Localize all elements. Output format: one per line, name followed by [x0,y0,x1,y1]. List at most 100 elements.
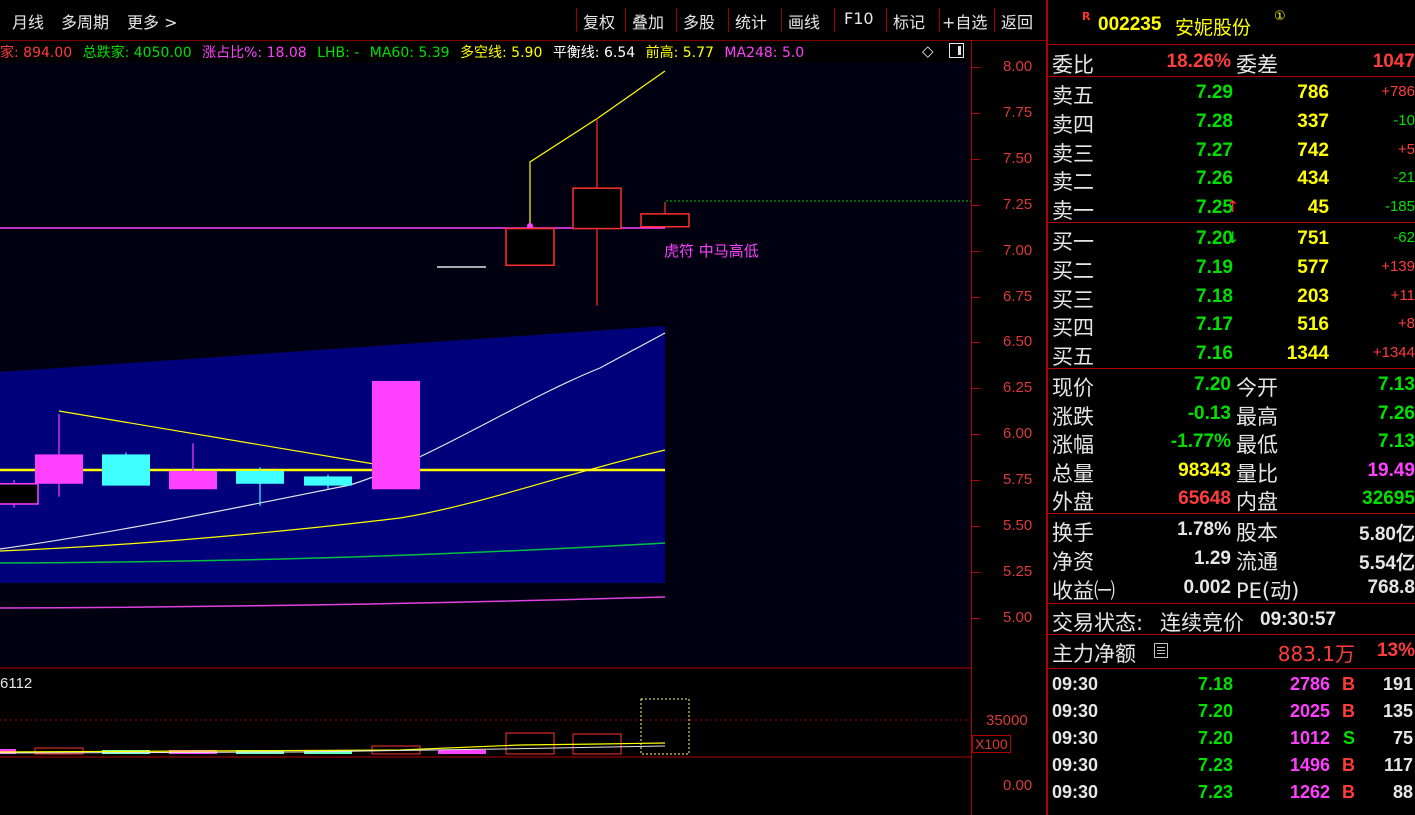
ask-level-row[interactable]: 卖一 7.25 ↑ 45 -185 [1048,193,1415,223]
tick-price: 7.23 [1197,755,1233,775]
candle-body[interactable] [102,454,150,486]
tick-row[interactable]: 09:30 7.23 1262 B 88 [1048,778,1415,805]
info-ma60: MA60: 5.39 [369,45,450,61]
stock-header: R 002235 安妮股份 ① [1048,0,1415,45]
panel-toggle-icon[interactable] [949,43,964,58]
chart-annotation: 虎符 中马高低 [664,242,759,260]
stat-value: 5.54亿 [1359,553,1415,574]
stock-code: 002235 [1098,14,1162,35]
stat-value: -0.13 [1187,402,1231,424]
level-label: 卖四 [1052,112,1094,137]
level-label: 买一 [1052,230,1094,254]
stat-value: 1.78% [1177,519,1231,540]
tick-row[interactable]: 09:30 7.20 1012 S 75 [1048,724,1415,751]
add-watchlist-button[interactable]: +自选 [942,9,987,33]
price-axis-tick: 7.75 [1003,103,1033,121]
tick-row[interactable]: 09:30 7.23 1496 B 117 [1048,751,1415,778]
monthly-tab[interactable]: 月线 [12,9,44,33]
chart-toolbar: 月线 多周期 更多 > 复权 叠加 多股 统计 画线 F10 标记 +自选 返回 [0,0,1046,41]
stat-value: 7.13 [1378,431,1415,453]
stat-row: 涨幅 -1.77% 最低 7.13 [1048,427,1415,457]
diamond-icon[interactable]: ◇ [922,42,934,60]
tick-count: 135 [1382,701,1413,721]
order-diff-label: 委差 [1236,53,1278,77]
toolbar-separator [886,8,887,32]
candle-body[interactable] [640,213,690,228]
restore-rights-button[interactable]: 复权 [583,9,615,33]
main-force-row: 主力净额 883.1万 13% [1048,636,1415,666]
volume-unit-badge[interactable]: X100 [972,735,1011,753]
stat-row: 总量 98343 量比 19.49 [1048,456,1415,486]
candle-body[interactable] [372,380,420,490]
bid-level-row[interactable]: 买五 7.16 1344 +1344 [1048,339,1415,369]
trade-status-row: 交易状态: 连续竞价 09:30:57 [1048,605,1415,635]
info-rise-ratio: 涨占比%: 18.08 [202,45,307,61]
bid-level-row[interactable]: 买一 7.20 ↓ 751 -62 [1048,224,1415,254]
f10-button[interactable]: F10 [844,9,874,28]
level-volume: 203 [1297,285,1329,307]
level-change: +8 [1397,315,1415,333]
level-change: -185 [1384,198,1415,216]
price-axis-tick: 6.00 [1003,425,1033,443]
stat-label: 外盘 [1052,490,1094,515]
toolbar-separator [994,8,995,32]
level-label: 买二 [1052,258,1094,283]
chevron-right-icon: > [159,13,178,32]
candle-body[interactable] [236,470,284,484]
volume-indicator-value: 6112 [0,675,32,692]
level-price: 7.19 [1196,256,1233,278]
price-axis-tick: 6.75 [1003,287,1033,305]
candle-body[interactable] [572,187,622,230]
stat-label: 今开 [1236,376,1278,400]
tick-count: 117 [1383,755,1413,775]
tick-count: 75 [1392,728,1413,748]
bid-level-row[interactable]: 买二 7.19 577 +139 [1048,253,1415,283]
tick-time: 09:30 [1052,674,1099,694]
stat-value: -1.77% [1170,431,1231,453]
bid-level-row[interactable]: 买四 7.17 516 +8 [1048,310,1415,340]
statistics-button[interactable]: 统计 [735,9,767,33]
price-axis-tick-mark [972,204,980,206]
list-icon[interactable] [1154,643,1168,658]
tick-volume: 2025 [1289,701,1330,721]
multi-stock-button[interactable]: 多股 [683,9,715,33]
price-axis-tick: 6.25 [1003,379,1033,397]
candle-body[interactable] [35,454,83,484]
quote-panel: R 002235 安妮股份 ① 委比 18.26% 委差 1047 卖五 7.29… [1046,0,1415,815]
candle-body[interactable] [169,470,217,490]
ask-level-row[interactable]: 卖三 7.27 742 +5 [1048,136,1415,166]
toolbar-separator [939,8,940,32]
price-axis-tick-mark [972,526,980,527]
tick-volume: 1262 [1289,782,1330,802]
tick-side: B [1342,701,1355,721]
tick-row[interactable]: 09:30 7.18 2786 B 191 [1048,670,1415,697]
candle-body[interactable] [304,476,352,486]
mark-button[interactable]: 标记 [893,9,925,33]
level-change: +11 [1390,286,1415,304]
price-axis-tick-mark [972,617,980,619]
more-menu[interactable]: 更多 > [127,9,178,33]
draw-line-button[interactable]: 画线 [788,9,820,33]
price-axis-tick-mark [972,480,980,482]
ask-level-row[interactable]: 卖五 7.29 786 +786 [1048,78,1415,108]
bid-level-row[interactable]: 买三 7.18 203 +11 [1048,282,1415,312]
divider [1048,76,1415,77]
tick-row[interactable]: 09:30 7.20 2025 B 135 [1048,697,1415,724]
price-axis-line [971,40,972,815]
ask-level-row[interactable]: 卖四 7.28 337 -10 [1048,107,1415,137]
overlay-button[interactable]: 叠加 [632,9,664,33]
trade-status-value: 连续竞价 [1160,611,1244,635]
back-button[interactable]: 返回 [1001,9,1033,33]
stat-label: 净资 [1052,550,1094,574]
order-ratio-label: 委比 [1052,53,1094,77]
candle-body[interactable] [0,483,39,505]
ask-level-row[interactable]: 卖二 7.26 434 -21 [1048,164,1415,194]
stat-value: 1.29 [1194,548,1231,569]
multi-period-tab[interactable]: 多周期 [61,9,109,33]
level-label: 卖二 [1052,170,1094,195]
kline-chart[interactable]: 虎符 中马高低 6112 [0,40,971,815]
price-axis-tick-mark [972,388,980,390]
stat-row: 换手 1.78% 股本 5.80亿 [1048,515,1415,545]
candle-body[interactable] [505,227,555,267]
info-badge-icon[interactable]: ① [1274,9,1286,24]
